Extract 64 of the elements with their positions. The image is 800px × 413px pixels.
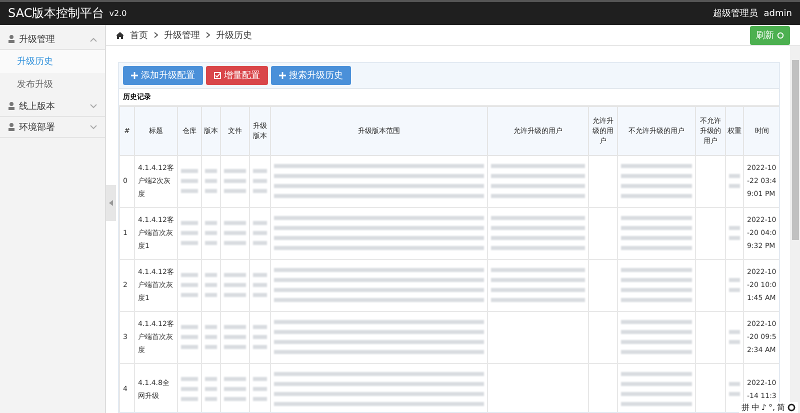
blurred-text bbox=[621, 372, 692, 408]
blurred-text bbox=[205, 168, 217, 194]
blurred-text bbox=[253, 324, 267, 350]
ime-key[interactable]: 拼 bbox=[741, 402, 750, 413]
scrollbar[interactable] bbox=[790, 46, 800, 413]
user-role: 超级管理员 bbox=[712, 8, 758, 20]
blurred-text bbox=[224, 272, 246, 298]
blurred-text bbox=[621, 164, 692, 200]
blurred-text bbox=[621, 320, 692, 356]
blurred-text bbox=[729, 330, 740, 346]
chevron-icon bbox=[90, 36, 97, 42]
blurred-text bbox=[181, 324, 198, 350]
blurred-text bbox=[253, 272, 267, 298]
separator-icon bbox=[154, 32, 158, 38]
blurred-text bbox=[253, 220, 267, 246]
breadcrumb-item[interactable]: 首页 bbox=[130, 28, 148, 42]
collapse-toggle[interactable] bbox=[106, 185, 116, 221]
blurred-text bbox=[621, 216, 692, 252]
blurred-text bbox=[205, 272, 217, 298]
caret-icon bbox=[109, 200, 113, 206]
sidebar-group[interactable]: 线上版本 bbox=[0, 96, 105, 117]
home-icon bbox=[116, 32, 124, 38]
blurred-text bbox=[253, 168, 267, 194]
plus-icon bbox=[131, 72, 138, 79]
sidebar-group[interactable]: 环境部署 bbox=[0, 117, 105, 138]
blurred-text bbox=[729, 226, 740, 242]
checkbox-icon bbox=[214, 72, 221, 79]
blurred-text bbox=[253, 376, 267, 402]
toolbar-button[interactable]: 增量配置 bbox=[206, 66, 268, 85]
refresh-icon bbox=[777, 32, 784, 38]
user-icon bbox=[8, 102, 15, 110]
sidebar-item[interactable]: 发布升级 bbox=[0, 73, 105, 96]
version-label: v2.0 bbox=[109, 9, 127, 18]
blurred-text bbox=[224, 220, 246, 246]
blurred-text bbox=[181, 272, 198, 298]
ime-toolbar[interactable]: 拼 中 ♪ °, 简 bbox=[739, 402, 798, 413]
breadcrumb-item[interactable]: 升级管理 bbox=[164, 28, 200, 42]
blurred-text bbox=[729, 382, 740, 398]
gear-icon[interactable] bbox=[787, 403, 796, 412]
blurred-text bbox=[729, 174, 740, 190]
plus-icon bbox=[279, 72, 286, 79]
blurred-text bbox=[181, 376, 198, 402]
user-icon bbox=[8, 123, 15, 131]
blurred-text bbox=[729, 278, 740, 294]
blurred-text bbox=[205, 220, 217, 246]
blurred-text bbox=[205, 324, 217, 350]
chevron-icon bbox=[90, 104, 97, 108]
username[interactable]: admin bbox=[764, 8, 792, 18]
blurred-text bbox=[205, 376, 217, 402]
blurred-text bbox=[181, 168, 198, 194]
ime-key[interactable]: 简 bbox=[777, 402, 785, 413]
blurred-text bbox=[224, 324, 246, 350]
blurred-text bbox=[621, 268, 692, 304]
blurred-text bbox=[181, 220, 198, 246]
ime-key[interactable]: ♪ bbox=[761, 403, 766, 412]
blurred-text bbox=[224, 376, 246, 402]
chevron-icon bbox=[90, 124, 97, 130]
breadcrumb-item: 升级历史 bbox=[216, 30, 252, 42]
ime-key[interactable]: °, bbox=[768, 403, 775, 412]
separator-icon bbox=[206, 32, 210, 38]
blurred-text bbox=[224, 168, 246, 194]
ime-key[interactable]: 中 bbox=[751, 402, 760, 413]
user-icon bbox=[8, 35, 15, 43]
app-title: SAC版本控制平台 bbox=[8, 5, 104, 22]
